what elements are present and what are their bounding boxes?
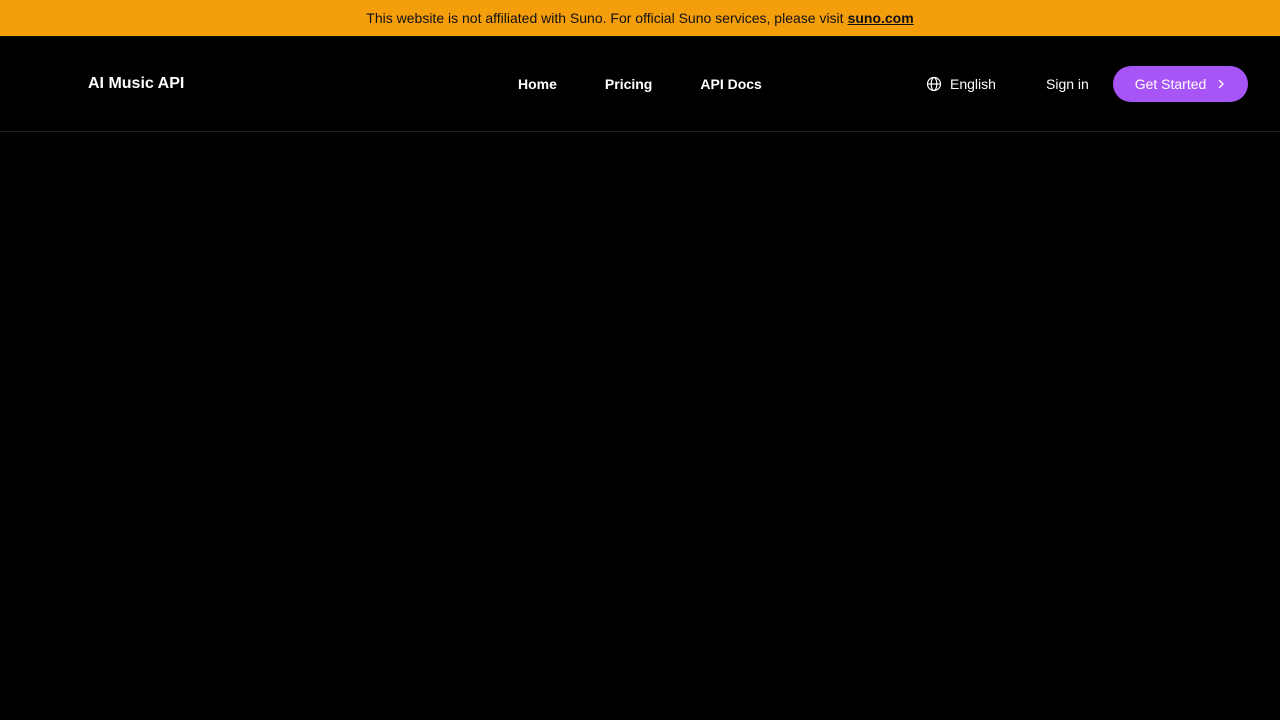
sign-in-link[interactable]: Sign in — [1046, 74, 1089, 94]
language-selector[interactable]: English — [926, 74, 996, 94]
brand-logo-text[interactable]: AI Music API — [88, 74, 184, 94]
nav-api-docs[interactable]: API Docs — [700, 74, 761, 94]
globe-icon — [926, 76, 942, 92]
top-navbar: AI Music API Home Pricing API Docs Engli… — [0, 36, 1280, 132]
nav-pricing[interactable]: Pricing — [605, 74, 652, 94]
nav-home[interactable]: Home — [518, 74, 557, 94]
chevron-right-icon — [1216, 79, 1226, 89]
banner-text: This website is not affiliated with Suno… — [366, 10, 844, 26]
get-started-label: Get Started — [1134, 76, 1207, 92]
language-label: English — [950, 76, 996, 92]
get-started-button[interactable]: Get Started — [1113, 66, 1248, 102]
disclaimer-banner: This website is not affiliated with Suno… — [0, 0, 1280, 36]
suno-link[interactable]: suno.com — [848, 10, 914, 26]
primary-nav: Home Pricing API Docs — [518, 74, 762, 94]
